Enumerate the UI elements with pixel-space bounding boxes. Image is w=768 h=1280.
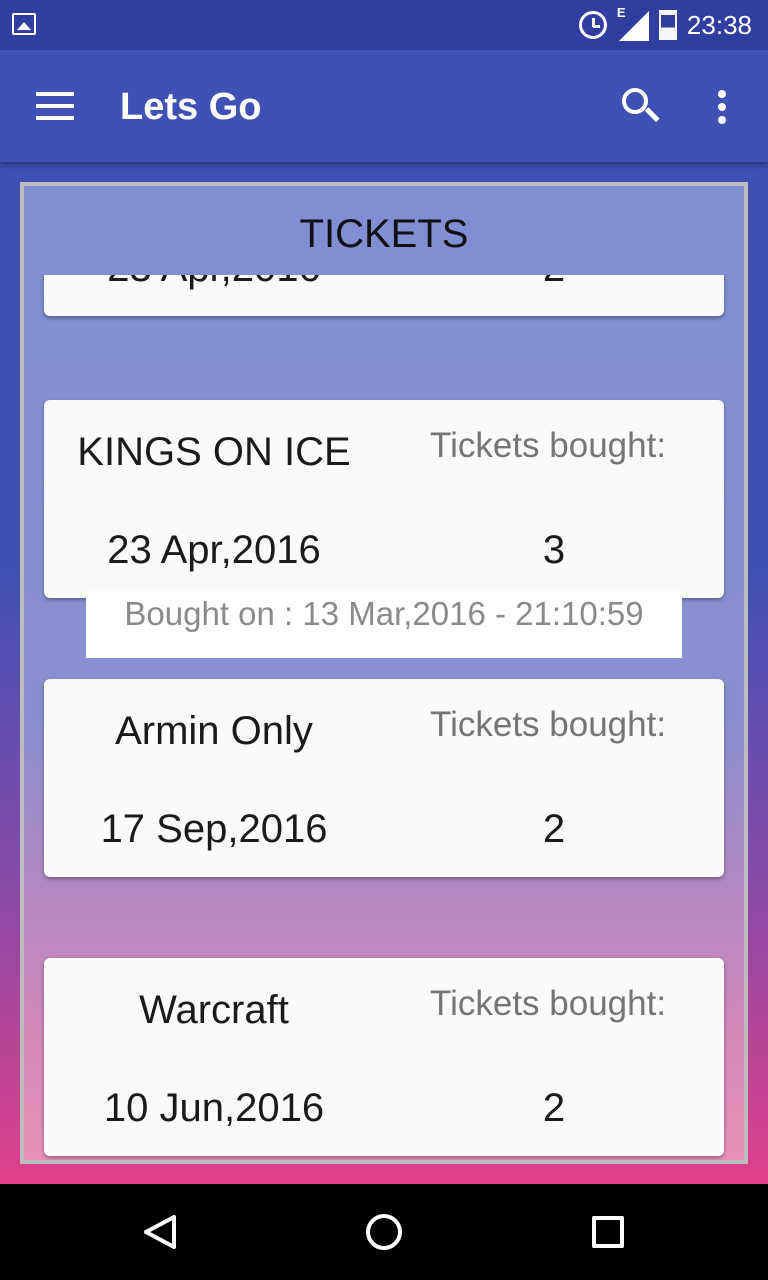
ticket-card[interactable]: Armin Only Tickets bought: 17 Sep,2016 2 (44, 679, 724, 877)
app-screen: E 23:38 Lets Go TICKETS 23 Apr,2016 2 KI… (0, 0, 768, 1184)
tickets-bought-label: Tickets bought: (430, 426, 667, 465)
image-notification-icon (12, 13, 36, 35)
battery-icon (658, 10, 677, 40)
status-bar: E 23:38 (0, 0, 768, 50)
ticket-card[interactable]: Warcraft Tickets bought: 10 Jun,2016 2 (44, 958, 724, 1156)
alarm-icon (578, 11, 607, 39)
event-name: KINGS ON ICE (77, 430, 351, 474)
tickets-bought-label: Tickets bought: (430, 984, 667, 1023)
event-date: 17 Sep,2016 (100, 807, 328, 851)
ticket-card[interactable]: 23 Apr,2016 2 (44, 275, 724, 316)
tickets-panel: TICKETS 23 Apr,2016 2 KINGS ON ICE Ticke… (20, 182, 748, 1164)
ticket-count: 2 (542, 1086, 566, 1130)
bought-on-info: Bought on : 13 Mar,2016 - 21:10:59 (86, 591, 682, 658)
event-name: Armin Only (115, 709, 313, 753)
menu-icon[interactable] (36, 92, 76, 120)
panel-title: TICKETS (299, 212, 469, 256)
event-date: 10 Jun,2016 (103, 1086, 325, 1130)
status-clock: 23:38 (686, 9, 752, 40)
ticket-count: 2 (542, 807, 566, 851)
signal-icon: E (617, 5, 649, 41)
navigation-bar (0, 1184, 768, 1280)
home-icon[interactable] (366, 1214, 402, 1250)
search-icon[interactable] (622, 88, 660, 124)
status-icons: E 23:38 (578, 5, 752, 42)
app-title: Lets Go (120, 86, 262, 128)
event-date: 23 Apr,2016 (44, 275, 384, 291)
recent-apps-icon[interactable] (592, 1216, 624, 1248)
ticket-count: 2 (504, 275, 604, 291)
event-date: 23 Apr,2016 (107, 528, 321, 572)
ticket-card[interactable]: KINGS ON ICE Tickets bought: 23 Apr,2016… (44, 400, 724, 598)
event-name: Warcraft (139, 988, 289, 1032)
app-bar: Lets Go (0, 50, 768, 162)
back-icon[interactable] (142, 1214, 178, 1250)
more-options-icon[interactable] (718, 90, 728, 124)
tickets-list[interactable]: 23 Apr,2016 2 KINGS ON ICE Tickets bough… (24, 275, 744, 1160)
ticket-count: 3 (542, 528, 566, 572)
tickets-bought-label: Tickets bought: (430, 705, 667, 744)
